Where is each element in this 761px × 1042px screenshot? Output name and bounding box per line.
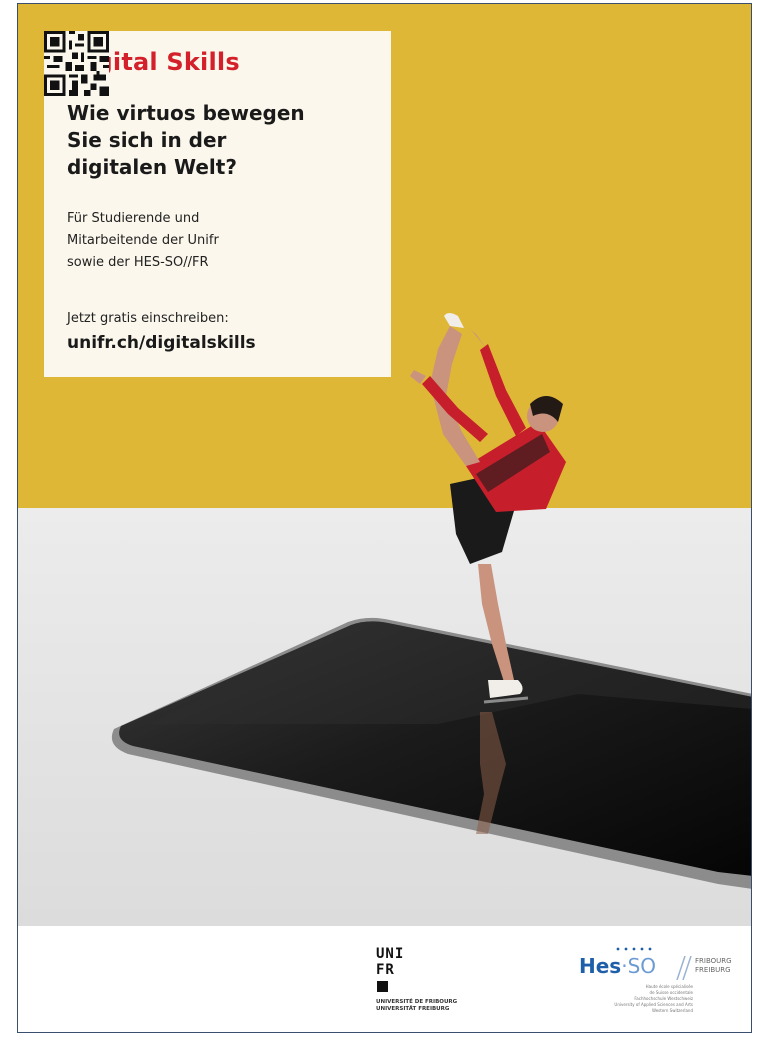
hesso-wordmark-hes: Hes — [579, 954, 622, 978]
audience-text: Für Studierende und Mitarbeitende der Un… — [67, 208, 219, 274]
headline-line: Sie sich in der — [67, 128, 227, 152]
audience-line: Für Studierende und — [67, 211, 200, 226]
hesso-desc-line: Western Switzerland — [651, 1008, 693, 1013]
hesso-dots-icon — [616, 947, 652, 951]
hesso-slash-icon — [676, 956, 692, 980]
hero-photo: Digital Skills Wie virtuos bewegen Sie s… — [18, 4, 751, 926]
audience-line: sowie der HES-SO//FR — [67, 255, 209, 270]
tablet — [111, 617, 751, 889]
hesso-city-fr: FRIBOURG — [695, 957, 732, 965]
headline-line: digitalen Welt? — [67, 155, 237, 179]
info-card: Digital Skills Wie virtuos bewegen Sie s… — [44, 31, 391, 377]
poster: Digital Skills Wie virtuos bewegen Sie s… — [17, 3, 752, 1033]
hesso-logo: Hes·SO FRIBOURG FREIBURG Haute école spé… — [523, 946, 738, 1031]
unifr-square-icon — [377, 981, 388, 992]
headline: Wie virtuos bewegen Sie sich in der digi… — [67, 100, 305, 181]
hesso-wordmark-so: SO — [627, 954, 657, 978]
unifr-name-de: UNIVERSITÄT FREIBURG — [376, 1006, 450, 1012]
hesso-wordmark: Hes·SO — [579, 954, 656, 978]
unifr-wordmark-line: FR — [376, 962, 395, 978]
headline-line: Wie virtuos bewegen — [67, 101, 305, 125]
audience-line: Mitarbeitende der Unifr — [67, 233, 219, 248]
unifr-logo: UNI FR UNIVERSITÉ DE FRIBOURG UNIVERSITÄ… — [376, 946, 506, 1026]
unifr-name: UNIVERSITÉ DE FRIBOURG UNIVERSITÄT FREIB… — [376, 999, 457, 1013]
signup-url-link[interactable]: unifr.ch/digitalskills — [67, 333, 256, 353]
signup-prompt: Jetzt gratis einschreiben: — [67, 311, 229, 326]
hesso-city-de: FREIBURG — [695, 966, 731, 974]
hesso-city: FRIBOURG FREIBURG — [695, 957, 732, 975]
qr-code-icon[interactable] — [44, 31, 109, 96]
unifr-wordmark-line: UNI — [376, 946, 405, 962]
unifr-wordmark: UNI FR — [376, 946, 404, 978]
hesso-description: Haute école spécialisée de Suisse occide… — [533, 984, 693, 1014]
unifr-name-fr: UNIVERSITÉ DE FRIBOURG — [376, 999, 458, 1005]
footer-logos: UNI FR UNIVERSITÉ DE FRIBOURG UNIVERSITÄ… — [18, 926, 751, 1032]
